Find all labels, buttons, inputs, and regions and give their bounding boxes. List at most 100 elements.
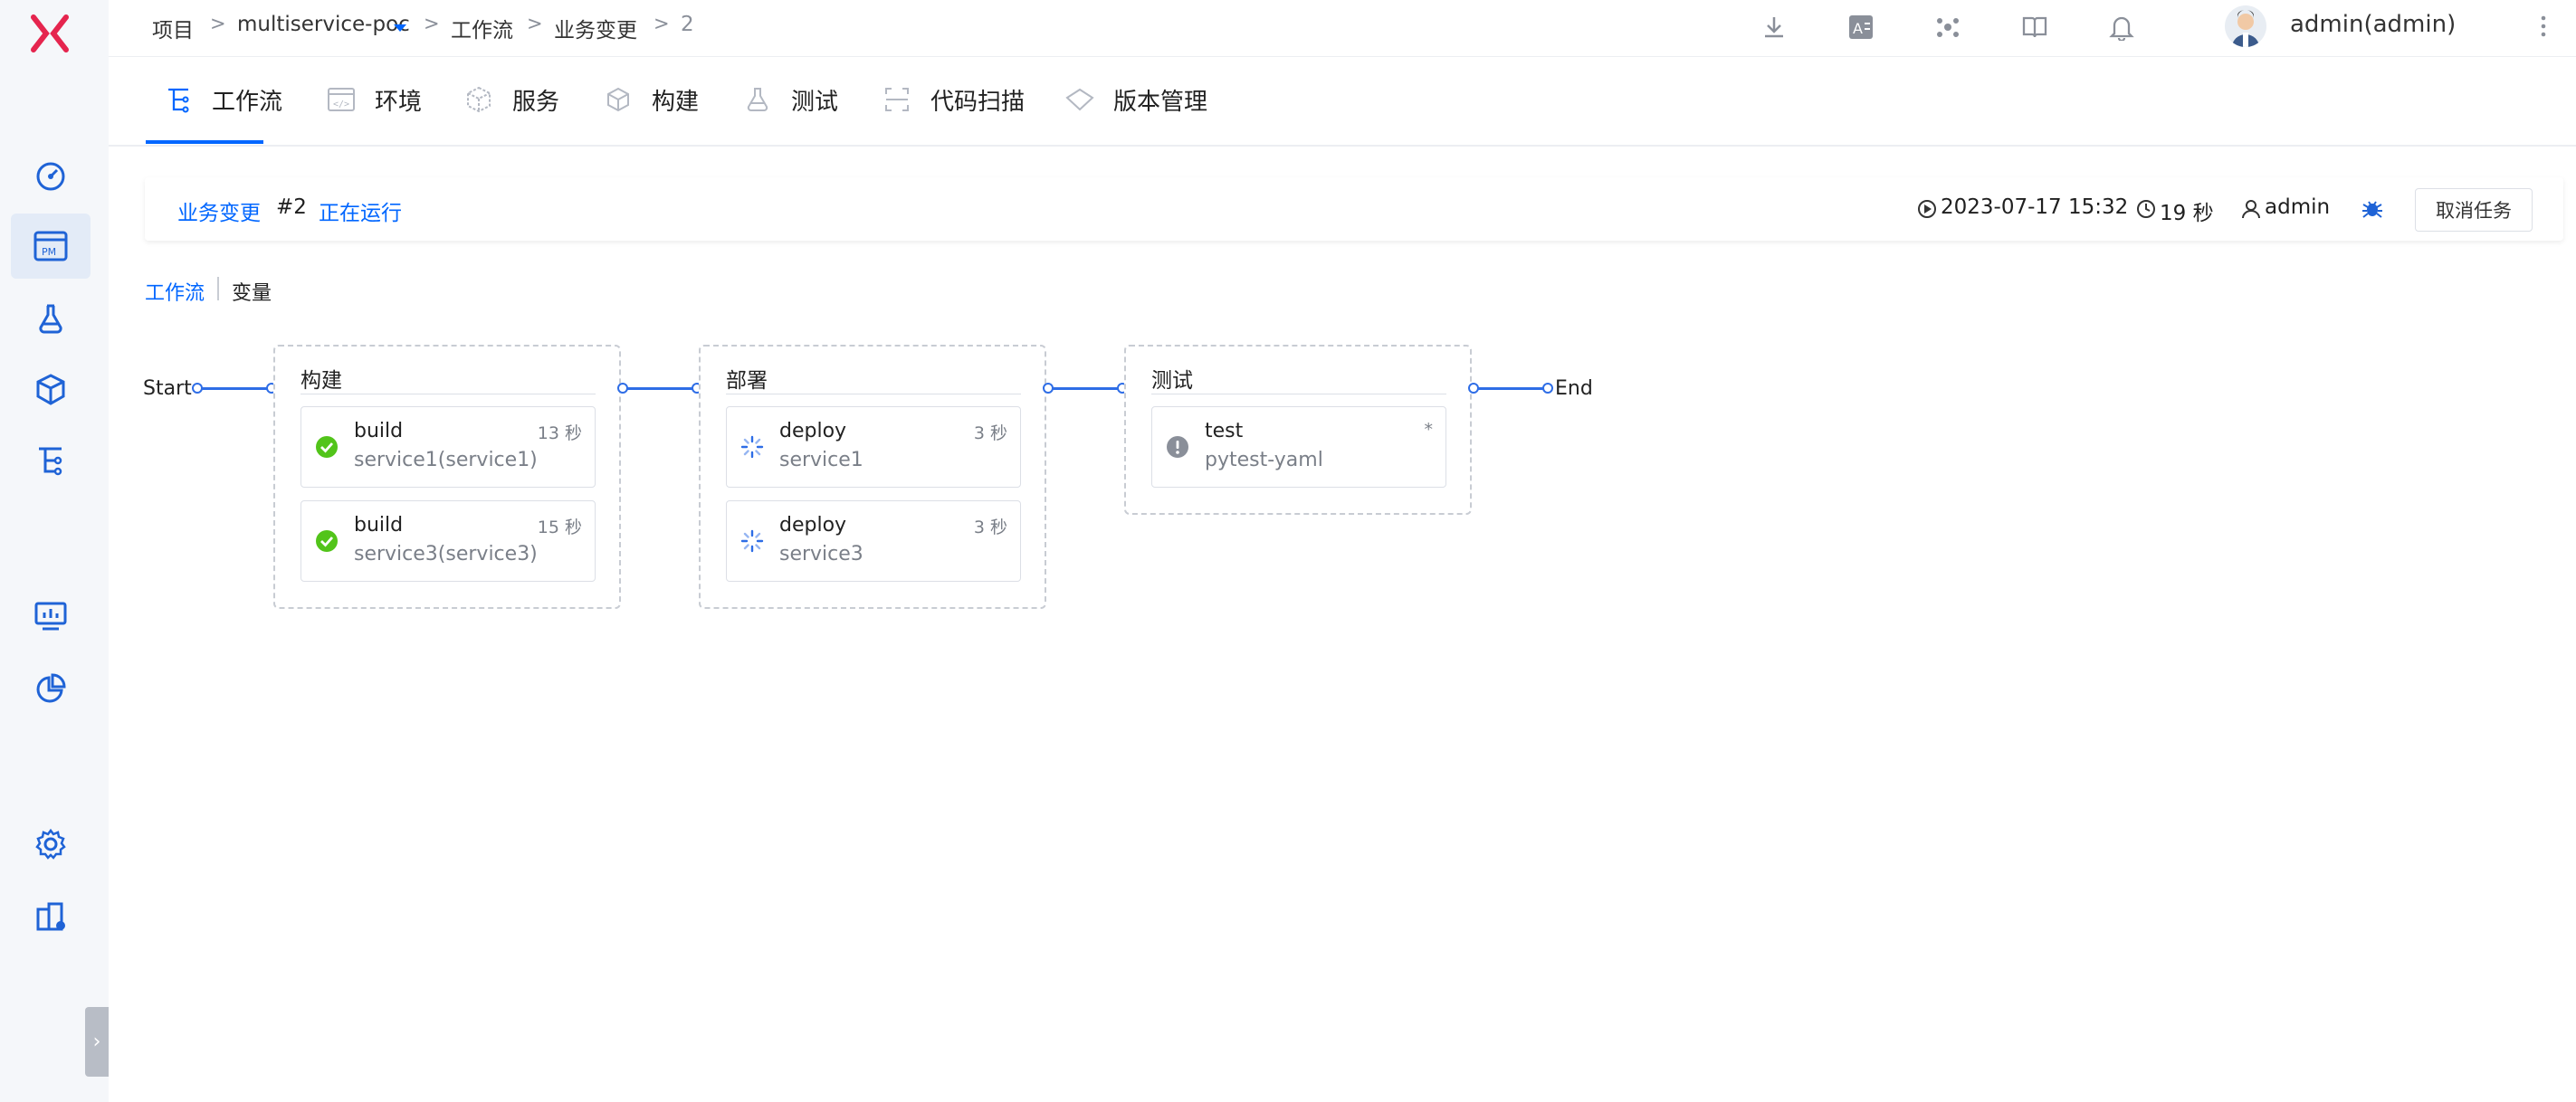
task-header: 业务变更 #2 正在运行 2023-07-17 15:32 19 秒 admin (145, 177, 2563, 241)
pipeline-connector (197, 387, 273, 390)
stage-deploy: 部署 deploy service1 3 秒 deploy service3 3… (699, 345, 1046, 609)
tab-label: 测试 (791, 88, 839, 116)
tab-version-management[interactable]: 版本管理 (1064, 56, 1207, 143)
tab-build[interactable]: 构建 (603, 56, 699, 143)
job-duration: 3 秒 (973, 518, 1007, 537)
cube-icon (463, 84, 494, 115)
svg-text:PM: PM (42, 246, 56, 258)
job-card[interactable]: build service3(service3) 15 秒 (301, 500, 596, 582)
breadcrumb-separator: > (654, 13, 670, 34)
tab-label: 环境 (375, 88, 423, 116)
enterprise-icon[interactable] (28, 894, 73, 939)
settings-gear-icon[interactable] (28, 822, 73, 867)
breadcrumb-projects[interactable]: 项目 (152, 13, 194, 43)
breadcrumb-workflow-name[interactable]: 业务变更 (554, 13, 637, 43)
tab-label: 构建 (652, 88, 700, 116)
logo-icon[interactable] (27, 11, 72, 56)
job-card[interactable]: test pytest-yaml * (1151, 406, 1446, 488)
task-workflow-name[interactable]: 业务变更 (177, 195, 261, 226)
stage-title: 部署 (726, 369, 768, 393)
code-window-icon: </> (326, 84, 357, 115)
more-vertical-icon[interactable] (2540, 14, 2547, 42)
translate-icon[interactable]: A (1845, 11, 1877, 43)
dashboard-icon[interactable] (28, 154, 73, 199)
job-duration: 13 秒 (537, 423, 582, 443)
user-icon (2241, 199, 2261, 223)
task-start-time: 2023-07-17 15:32 (1941, 195, 2129, 219)
svg-text:A: A (1853, 20, 1863, 37)
scan-icon (882, 84, 912, 115)
chevron-right-icon: › (92, 1031, 101, 1053)
debug-bug-icon[interactable] (2361, 197, 2384, 224)
pipeline-connector (1048, 387, 1124, 390)
loading-spinner-icon (740, 435, 764, 459)
tab-label: 服务 (512, 88, 560, 116)
success-check-icon (316, 530, 338, 552)
sidebar-expand-handle[interactable]: › (85, 1007, 109, 1077)
top-bar: 项目 > multiservice-poc > 工作流 > 业务变更 > 2 A… (109, 0, 2576, 57)
breadcrumb-separator: > (424, 13, 440, 34)
tab-label: 工作流 (212, 88, 283, 116)
connector-dot (617, 383, 628, 394)
task-user: admin (2265, 195, 2331, 219)
job-card[interactable]: deploy service1 3 秒 (726, 406, 1021, 488)
hexagon-icon (603, 84, 634, 115)
active-tab-indicator (146, 140, 263, 144)
job-duration: * (1424, 420, 1434, 440)
tab-code-scan[interactable]: 代码扫描 (882, 56, 1025, 143)
task-run-number: #2 (276, 195, 307, 219)
stage-build: 构建 build service1(service1) 13 秒 build s… (273, 345, 621, 609)
subtab-workflow[interactable]: 工作流 (145, 277, 205, 306)
job-card[interactable]: deploy service3 3 秒 (726, 500, 1021, 582)
breadcrumb-separator: > (210, 13, 226, 34)
loading-spinner-icon (740, 529, 764, 553)
job-card[interactable]: build service1(service1) 13 秒 (301, 406, 596, 488)
stage-test: 测试 test pytest-yaml * (1124, 345, 1472, 515)
job-target: service1 (779, 449, 863, 471)
sidebar: PM › (0, 0, 109, 1102)
flask-icon[interactable] (28, 296, 73, 341)
tab-environment[interactable]: </> 环境 (326, 56, 422, 143)
breadcrumb-project-name[interactable]: multiservice-poc (237, 13, 410, 36)
pipeline-end: End (1555, 377, 1593, 400)
tab-workflow[interactable]: 工作流 (163, 56, 282, 143)
subtab-variables[interactable]: 变量 (232, 277, 272, 306)
job-duration: 3 秒 (973, 423, 1007, 443)
job-name: deploy (779, 420, 847, 442)
download-icon[interactable] (1758, 11, 1790, 43)
task-status: 正在运行 (319, 202, 402, 225)
job-name: deploy (779, 514, 847, 537)
workflow-icon[interactable] (28, 438, 73, 483)
pending-exclamation-icon (1167, 436, 1188, 458)
pie-chart-icon[interactable] (28, 666, 73, 711)
job-name: build (354, 514, 404, 537)
svg-text:</>: </> (333, 100, 349, 109)
plugin-icon[interactable] (1932, 11, 1964, 43)
monitor-icon[interactable] (28, 594, 73, 639)
task-duration: 19 秒 (2160, 202, 2214, 225)
stage-title: 构建 (301, 369, 342, 393)
caret-down-icon[interactable] (393, 20, 407, 37)
tab-label: 代码扫描 (930, 88, 1026, 116)
flask-icon (742, 84, 773, 115)
cancel-task-button[interactable]: 取消任务 (2415, 188, 2533, 232)
stage-title: 测试 (1151, 369, 1193, 393)
connector-dot (192, 383, 203, 394)
bell-icon[interactable] (2105, 11, 2138, 43)
tab-services[interactable]: 服务 (463, 56, 559, 143)
job-target: service1(service1) (354, 449, 538, 471)
user-name[interactable]: admin(admin) (2290, 11, 2456, 38)
diamond-icon (1064, 84, 1095, 115)
avatar[interactable] (2225, 5, 2266, 47)
project-manager-icon[interactable]: PM (11, 214, 91, 279)
tab-test[interactable]: 测试 (742, 56, 838, 143)
tab-label: 版本管理 (1113, 88, 1208, 116)
pipeline-start: Start (143, 377, 192, 400)
docs-book-icon[interactable] (2018, 11, 2051, 43)
package-icon[interactable] (28, 367, 73, 413)
clock-icon (2136, 199, 2156, 223)
breadcrumb-workflows[interactable]: 工作流 (451, 13, 513, 43)
connector-dot (1468, 383, 1479, 394)
job-target: service3 (779, 543, 863, 565)
success-check-icon (316, 436, 338, 458)
